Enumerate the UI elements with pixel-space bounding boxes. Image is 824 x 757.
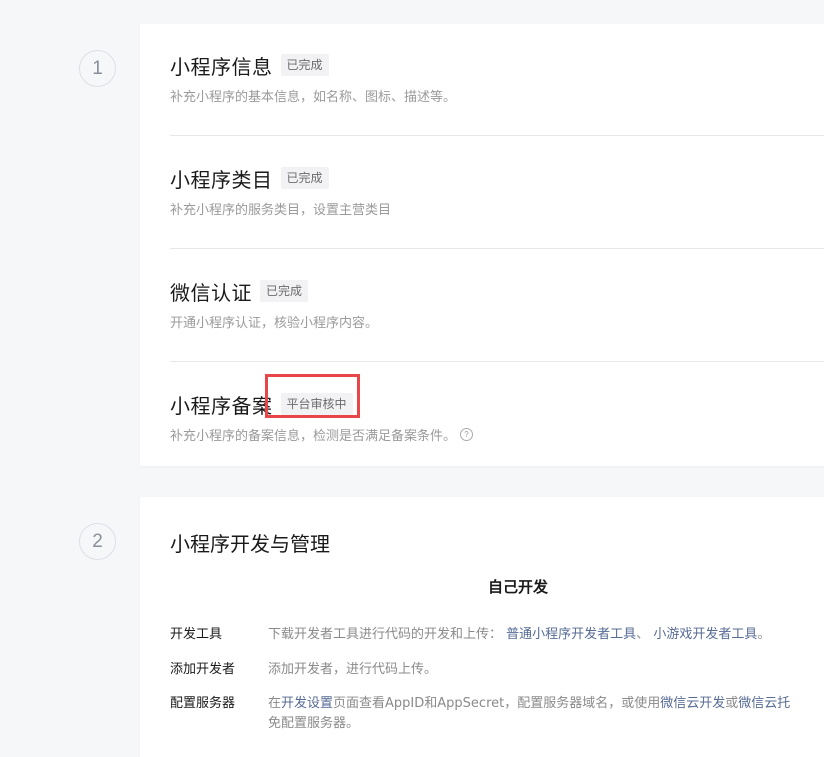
row-label: 配置服务器 (170, 696, 236, 711)
status-badge: 平台审核中 (280, 393, 353, 415)
item-title: 微信认证 (170, 280, 252, 305)
item-description: 补充小程序的基本信息，如名称、图标、描述等。 (170, 90, 457, 105)
status-badge: 已完成 (280, 54, 329, 76)
step-2-card: 小程序开发与管理 自己开发 开发工具 下载开发者工具进行代码的开发和上传： 普通… (140, 497, 824, 757)
step-1-card: 小程序信息 已完成 补充小程序的基本信息，如名称、图标、描述等。 小程序类目 已… (140, 24, 824, 466)
row-text: 添加开发者，进行代码上传。 (268, 662, 438, 677)
row-text: 在开发设置页面查看AppID和AppSecret，配置服务器域名，或使用微信云开… (268, 692, 790, 711)
text-mid: 页面查看AppID和AppSecret，配置服务器域名，或使用 (333, 696, 661, 711)
wechat-cloud-hosting-link[interactable]: 微信云托 (738, 696, 790, 711)
step-2-indicator: 2 (79, 523, 116, 560)
row-text: 下载开发者工具进行代码的开发和上传： 普通小程序开发者工具、 小游戏开发者工具。 (268, 623, 770, 642)
item-title: 小程序类目 (170, 167, 273, 192)
item-title: 小程序备案 (170, 393, 273, 418)
divider (170, 248, 824, 249)
status-badge: 已完成 (260, 280, 309, 302)
help-icon[interactable]: ? (460, 428, 474, 441)
row-text-main: 下载开发者工具进行代码的开发和上传： (268, 627, 503, 642)
item-wechat-certification[interactable]: 微信认证 已完成 开通小程序认证，核验小程序内容。 (170, 277, 824, 331)
row-text-line2: 免配置服务器。 (268, 716, 360, 731)
item-mini-program-category[interactable]: 小程序类目 已完成 补充小程序的服务类目，设置主营类目 (170, 164, 824, 218)
normal-devtools-link[interactable]: 普通小程序开发者工具 (506, 627, 636, 642)
wechat-cloud-dev-link[interactable]: 微信云开发 (660, 696, 725, 711)
minigame-devtools-link[interactable]: 小游戏开发者工具 (653, 627, 757, 642)
text-pre: 在 (268, 696, 282, 711)
status-badge: 已完成 (280, 167, 329, 189)
step-1-indicator: 1 (79, 50, 116, 87)
item-description: 开通小程序认证，核验小程序内容。 (170, 316, 379, 331)
section-title: 小程序开发与管理 (170, 532, 330, 556)
period: 。 (757, 627, 771, 642)
text-or: 或 (725, 696, 739, 711)
dev-settings-link[interactable]: 开发设置 (281, 696, 333, 711)
item-mini-program-info[interactable]: 小程序信息 已完成 补充小程序的基本信息，如名称、图标、描述等。 (170, 51, 824, 105)
row-label: 添加开发者 (170, 662, 236, 677)
row-label: 开发工具 (170, 627, 223, 642)
separator: 、 (636, 627, 650, 642)
item-mini-program-filing[interactable]: 小程序备案 平台审核中 补充小程序的备案信息，检测是否满足备案条件。 ? (170, 390, 824, 444)
item-description: 补充小程序的服务类目，设置主营类目 (170, 203, 392, 218)
self-develop-heading: 自己开发 (487, 578, 548, 596)
divider (170, 361, 824, 362)
item-description: 补充小程序的备案信息，检测是否满足备案条件。 (170, 429, 457, 444)
divider (170, 135, 824, 136)
item-description-row: 补充小程序的备案信息，检测是否满足备案条件。 ? (170, 425, 824, 444)
item-title: 小程序信息 (170, 54, 273, 79)
